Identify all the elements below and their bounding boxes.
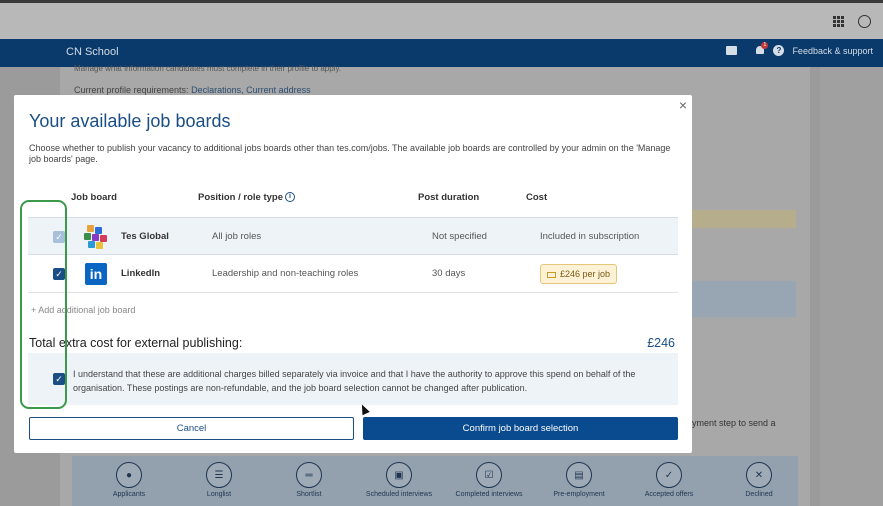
browser-top-bar: [0, 0, 883, 39]
table-row: ✓ Tes Global All job roles Not specified…: [28, 217, 678, 255]
feedback-link[interactable]: Feedback & support: [792, 46, 873, 56]
school-name[interactable]: CN School: [66, 46, 119, 58]
board-name: Tes Global: [121, 231, 169, 242]
header-actions: 1 ? Feedback & support: [726, 42, 873, 56]
job-boards-modal: × Your available job boards Choose wheth…: [14, 95, 692, 453]
x-icon: ✕: [746, 462, 772, 488]
board-position: Leadership and non-teaching roles: [212, 268, 359, 279]
cost-badge: £246 per job: [540, 264, 618, 284]
step-pre-employment[interactable]: ▤ Pre-employment: [553, 462, 605, 498]
total-cost-value: £246: [647, 336, 675, 350]
step-shortlist[interactable]: ═ Shortlist: [294, 462, 324, 498]
table-header: Job board Position / role type i Post dur…: [28, 191, 678, 219]
requirements-prefix: Current profile requirements:: [74, 85, 189, 95]
step-accepted-offers[interactable]: ✓ Accepted offers: [645, 462, 693, 498]
board-name: LinkedIn: [121, 268, 161, 279]
step-declined[interactable]: ✕ Declined: [744, 462, 774, 498]
background-help-text: Manage what information candidates must …: [74, 64, 342, 73]
person-icon: ●: [116, 462, 142, 488]
acknowledgement-box: ✓ I understand that these are additional…: [28, 353, 678, 405]
calendar-icon: ▣: [386, 462, 412, 488]
board-duration: Not specified: [432, 231, 487, 242]
modal-title: Your available job boards: [29, 111, 231, 131]
step-scheduled-interviews[interactable]: ▣ Scheduled interviews: [366, 462, 432, 498]
board-cost: £246 per job: [560, 269, 611, 279]
notification-badge: 1: [761, 42, 769, 49]
document-check-icon: ✓: [656, 462, 682, 488]
notification-bell-icon[interactable]: 1: [755, 42, 769, 56]
board-cost: Included in subscription: [540, 231, 640, 242]
confirm-button[interactable]: Confirm job board selection: [363, 417, 678, 440]
pipeline-steps: ● Applicants ☰ Longlist ═ Shortlist ▣ Schedu…: [113, 462, 774, 498]
requirements-links[interactable]: Declarations, Current address: [191, 85, 311, 95]
col-position-label: Position / role type: [198, 192, 283, 203]
board-position: All job roles: [212, 231, 262, 242]
acknowledgement-text: I understand that these are additional c…: [73, 369, 636, 393]
background-info-box: [690, 281, 796, 317]
col-cost: Cost: [526, 192, 548, 203]
linkedin-logo: in: [85, 263, 107, 285]
money-icon: [547, 271, 556, 278]
step-longlist[interactable]: ☰ Longlist: [204, 462, 234, 498]
background-step-text: yment step to send a: [692, 418, 776, 428]
col-duration: Post duration: [418, 192, 480, 203]
shortlist-icon: ═: [296, 462, 322, 488]
list-icon: ☰: [206, 462, 232, 488]
modal-description: Choose whether to publish your vacancy t…: [29, 143, 671, 164]
chat-icon[interactable]: [726, 46, 738, 55]
info-icon[interactable]: i: [285, 192, 295, 203]
help-icon[interactable]: ?: [773, 45, 785, 56]
tes-global-logo: [84, 225, 108, 249]
background-notice: [690, 210, 796, 228]
col-job-board: Job board: [71, 192, 117, 203]
apps-grid-icon[interactable]: [833, 16, 844, 27]
col-position: Position / role type i: [198, 191, 295, 205]
step-applicants[interactable]: ● Applicants: [113, 462, 145, 498]
document-icon: ▤: [566, 462, 592, 488]
page-side-area: [820, 67, 883, 506]
close-icon[interactable]: ×: [679, 97, 687, 113]
calendar-check-icon: ☑: [476, 462, 502, 488]
cancel-button[interactable]: Cancel: [29, 417, 354, 440]
top-icons: [833, 15, 871, 28]
table-row: ✓ in LinkedIn Leadership and non-teachin…: [28, 255, 678, 293]
step-completed-interviews[interactable]: ☑ Completed interviews: [456, 462, 522, 498]
account-icon[interactable]: [858, 15, 871, 28]
profile-requirements: Current profile requirements: Declaratio…: [74, 85, 311, 95]
checkbox-highlight-annotation: [20, 200, 67, 409]
board-duration: 30 days: [432, 268, 466, 279]
app-header: CN School 1 ? Feedback & support: [0, 39, 883, 67]
